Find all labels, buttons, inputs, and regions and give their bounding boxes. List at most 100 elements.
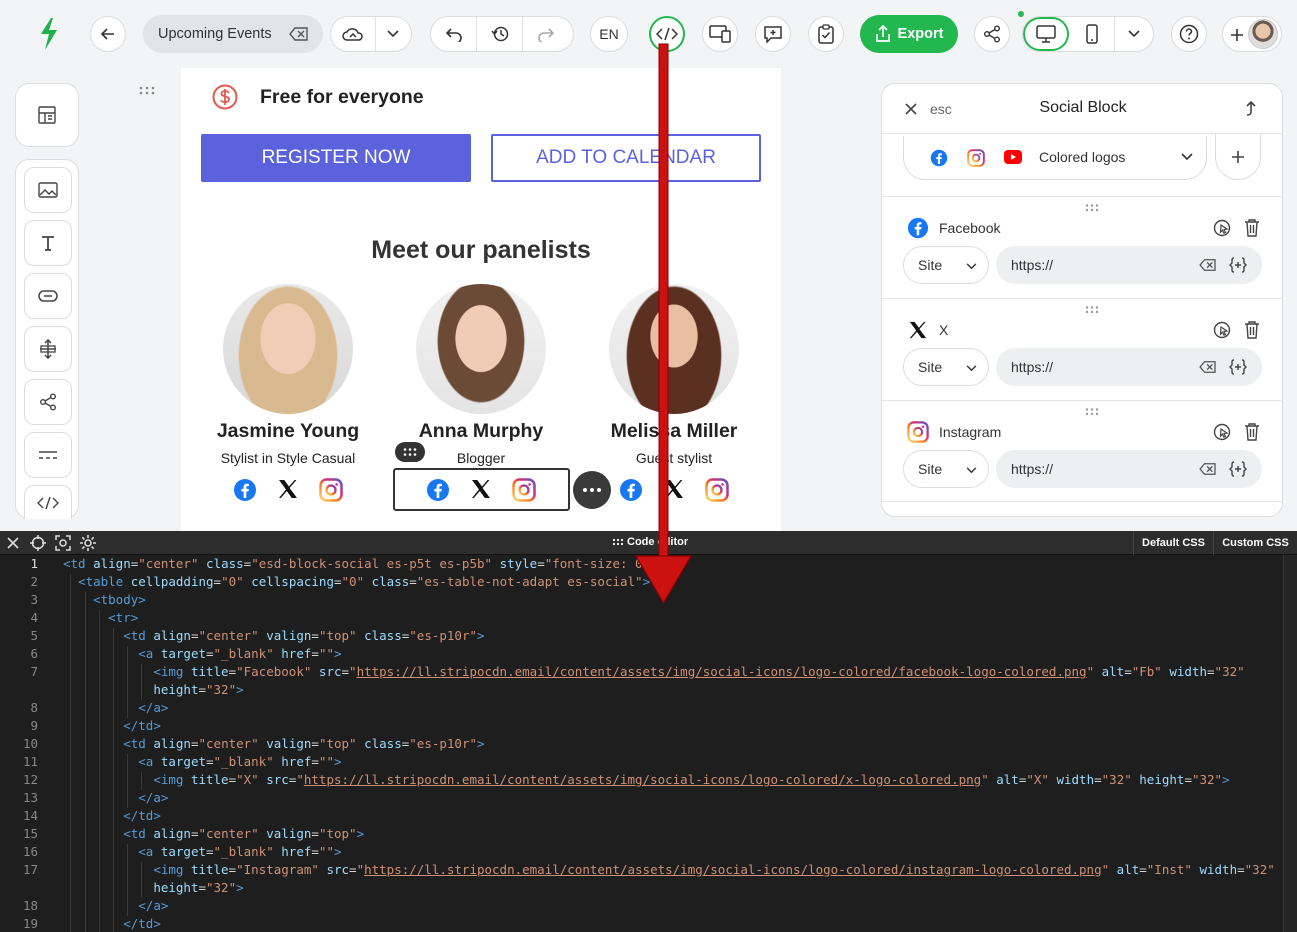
- link-type-select[interactable]: Site: [903, 450, 989, 488]
- text-icon: [42, 236, 54, 251]
- network-name: Instagram: [939, 424, 1002, 440]
- instagram-icon[interactable]: [319, 478, 343, 502]
- doc-title-chip[interactable]: Upcoming Events: [143, 15, 323, 53]
- code-line: </td>: [123, 718, 161, 733]
- logo-style-select[interactable]: Colored logos: [903, 136, 1207, 180]
- close-icon[interactable]: [7, 537, 19, 549]
- url-value: https://: [1011, 257, 1054, 273]
- redo-icon: [538, 28, 555, 42]
- trash-icon[interactable]: [1243, 422, 1261, 442]
- x-icon[interactable]: [470, 478, 492, 500]
- code-editor-title-label: Code editor: [627, 536, 689, 548]
- line-number: 13: [22, 790, 38, 805]
- crosshair-icon[interactable]: [29, 534, 47, 552]
- link-type-select[interactable]: Site: [903, 246, 989, 284]
- desktop-icon: [1036, 25, 1056, 43]
- drag-handle-icon[interactable]: [1085, 306, 1099, 314]
- code-line: <table cellpadding="0" cellspacing="0" c…: [78, 574, 651, 589]
- code-scrollbar[interactable]: [1283, 555, 1297, 932]
- facebook-icon[interactable]: [619, 478, 643, 502]
- html-block-button[interactable]: [24, 485, 72, 519]
- add-network-button[interactable]: [1215, 134, 1261, 180]
- undo-button[interactable]: [431, 17, 477, 51]
- line-number: 12: [22, 772, 38, 787]
- trash-icon[interactable]: [1243, 320, 1261, 340]
- clear-icon: [1199, 361, 1216, 373]
- desktop-view-button[interactable]: [1023, 17, 1069, 51]
- register-now-button[interactable]: REGISTER NOW: [201, 134, 471, 182]
- block-more-button[interactable]: [573, 471, 611, 509]
- link-type-select[interactable]: Site: [903, 348, 989, 386]
- clear-icon[interactable]: [289, 26, 309, 42]
- clipboard-check-icon: [818, 24, 834, 44]
- code-line: <a target="_blank" href="">: [138, 844, 342, 859]
- line-number: 8: [30, 700, 38, 715]
- default-css-tab[interactable]: Default CSS: [1133, 531, 1213, 555]
- spacer-icon: [40, 339, 56, 359]
- line-number: 11: [22, 754, 38, 769]
- network-row-x: X Site https://: [882, 298, 1282, 400]
- code-editor-title: Code editor: [612, 536, 688, 548]
- custom-css-tab[interactable]: Custom CSS: [1213, 531, 1297, 555]
- text-block-button[interactable]: [24, 220, 72, 266]
- block-drag-handle[interactable]: [395, 442, 425, 462]
- help-button[interactable]: [1171, 16, 1207, 52]
- instagram-icon[interactable]: [705, 478, 729, 502]
- x-icon[interactable]: [277, 478, 299, 500]
- panelist-photo: [609, 284, 739, 414]
- cursor-click-icon[interactable]: [1213, 219, 1231, 237]
- url-input[interactable]: https://: [996, 246, 1262, 284]
- drag-handle-icon[interactable]: [139, 86, 155, 96]
- settings-panel: esc Social Block Colored logos Facebook …: [881, 83, 1283, 517]
- help-icon: [1179, 24, 1199, 44]
- trash-icon[interactable]: [1243, 218, 1261, 238]
- cursor-click-icon[interactable]: [1213, 423, 1231, 441]
- add-comment-button[interactable]: [755, 16, 791, 52]
- url-input[interactable]: https://: [996, 450, 1262, 488]
- link-type-label: Site: [918, 359, 943, 375]
- gear-icon[interactable]: [79, 534, 97, 552]
- select-element-icon[interactable]: [54, 534, 72, 552]
- code-icon: [37, 496, 59, 509]
- divider-block-button[interactable]: [24, 432, 72, 478]
- share-button[interactable]: [974, 16, 1010, 52]
- url-input[interactable]: https://: [996, 348, 1262, 386]
- history-button[interactable]: [477, 17, 523, 51]
- drag-handle-icon: [403, 448, 417, 456]
- add-to-calendar-button[interactable]: ADD TO CALENDAR: [491, 134, 761, 182]
- social-block-button[interactable]: [24, 379, 72, 425]
- layouts-button[interactable]: [15, 83, 79, 147]
- button-block-button[interactable]: [24, 273, 72, 319]
- responsive-preview-button[interactable]: [702, 16, 738, 52]
- language-button[interactable]: EN: [590, 16, 628, 52]
- drag-handle-icon[interactable]: [1085, 204, 1099, 212]
- cursor-click-icon[interactable]: [1213, 321, 1231, 339]
- top-toolbar: Upcoming Events EN Export: [0, 0, 1297, 68]
- save-dropdown-button[interactable]: [376, 17, 411, 51]
- panelist-name: Jasmine Young: [216, 420, 360, 442]
- arrow-up-icon[interactable]: [1244, 100, 1258, 118]
- facebook-icon[interactable]: [233, 478, 257, 502]
- mobile-view-button[interactable]: [1069, 17, 1115, 51]
- custom-css-label: Custom CSS: [1222, 537, 1289, 549]
- back-button[interactable]: [90, 16, 126, 52]
- default-css-label: Default CSS: [1142, 537, 1205, 549]
- export-button[interactable]: Export: [860, 15, 958, 53]
- image-block-button[interactable]: [24, 167, 72, 213]
- redo-button[interactable]: [523, 17, 569, 51]
- view-dropdown-button[interactable]: [1115, 17, 1153, 51]
- cloud-save-button[interactable]: [331, 17, 376, 51]
- facebook-icon[interactable]: [426, 478, 450, 502]
- spacer-block-button[interactable]: [24, 326, 72, 372]
- checklist-button[interactable]: [808, 16, 844, 52]
- user-menu[interactable]: [1222, 16, 1282, 52]
- code-line: <td align="center" valign="top" class="e…: [123, 628, 485, 643]
- line-number: 2: [30, 574, 38, 589]
- x-icon[interactable]: [663, 478, 685, 500]
- line-number: 10: [22, 736, 38, 751]
- instagram-icon[interactable]: [512, 478, 536, 502]
- drag-handle-icon[interactable]: [1085, 408, 1099, 416]
- line-number: 4: [30, 610, 38, 625]
- code-view-button[interactable]: [649, 16, 685, 52]
- panelists-heading: Meet our panelists: [371, 236, 591, 264]
